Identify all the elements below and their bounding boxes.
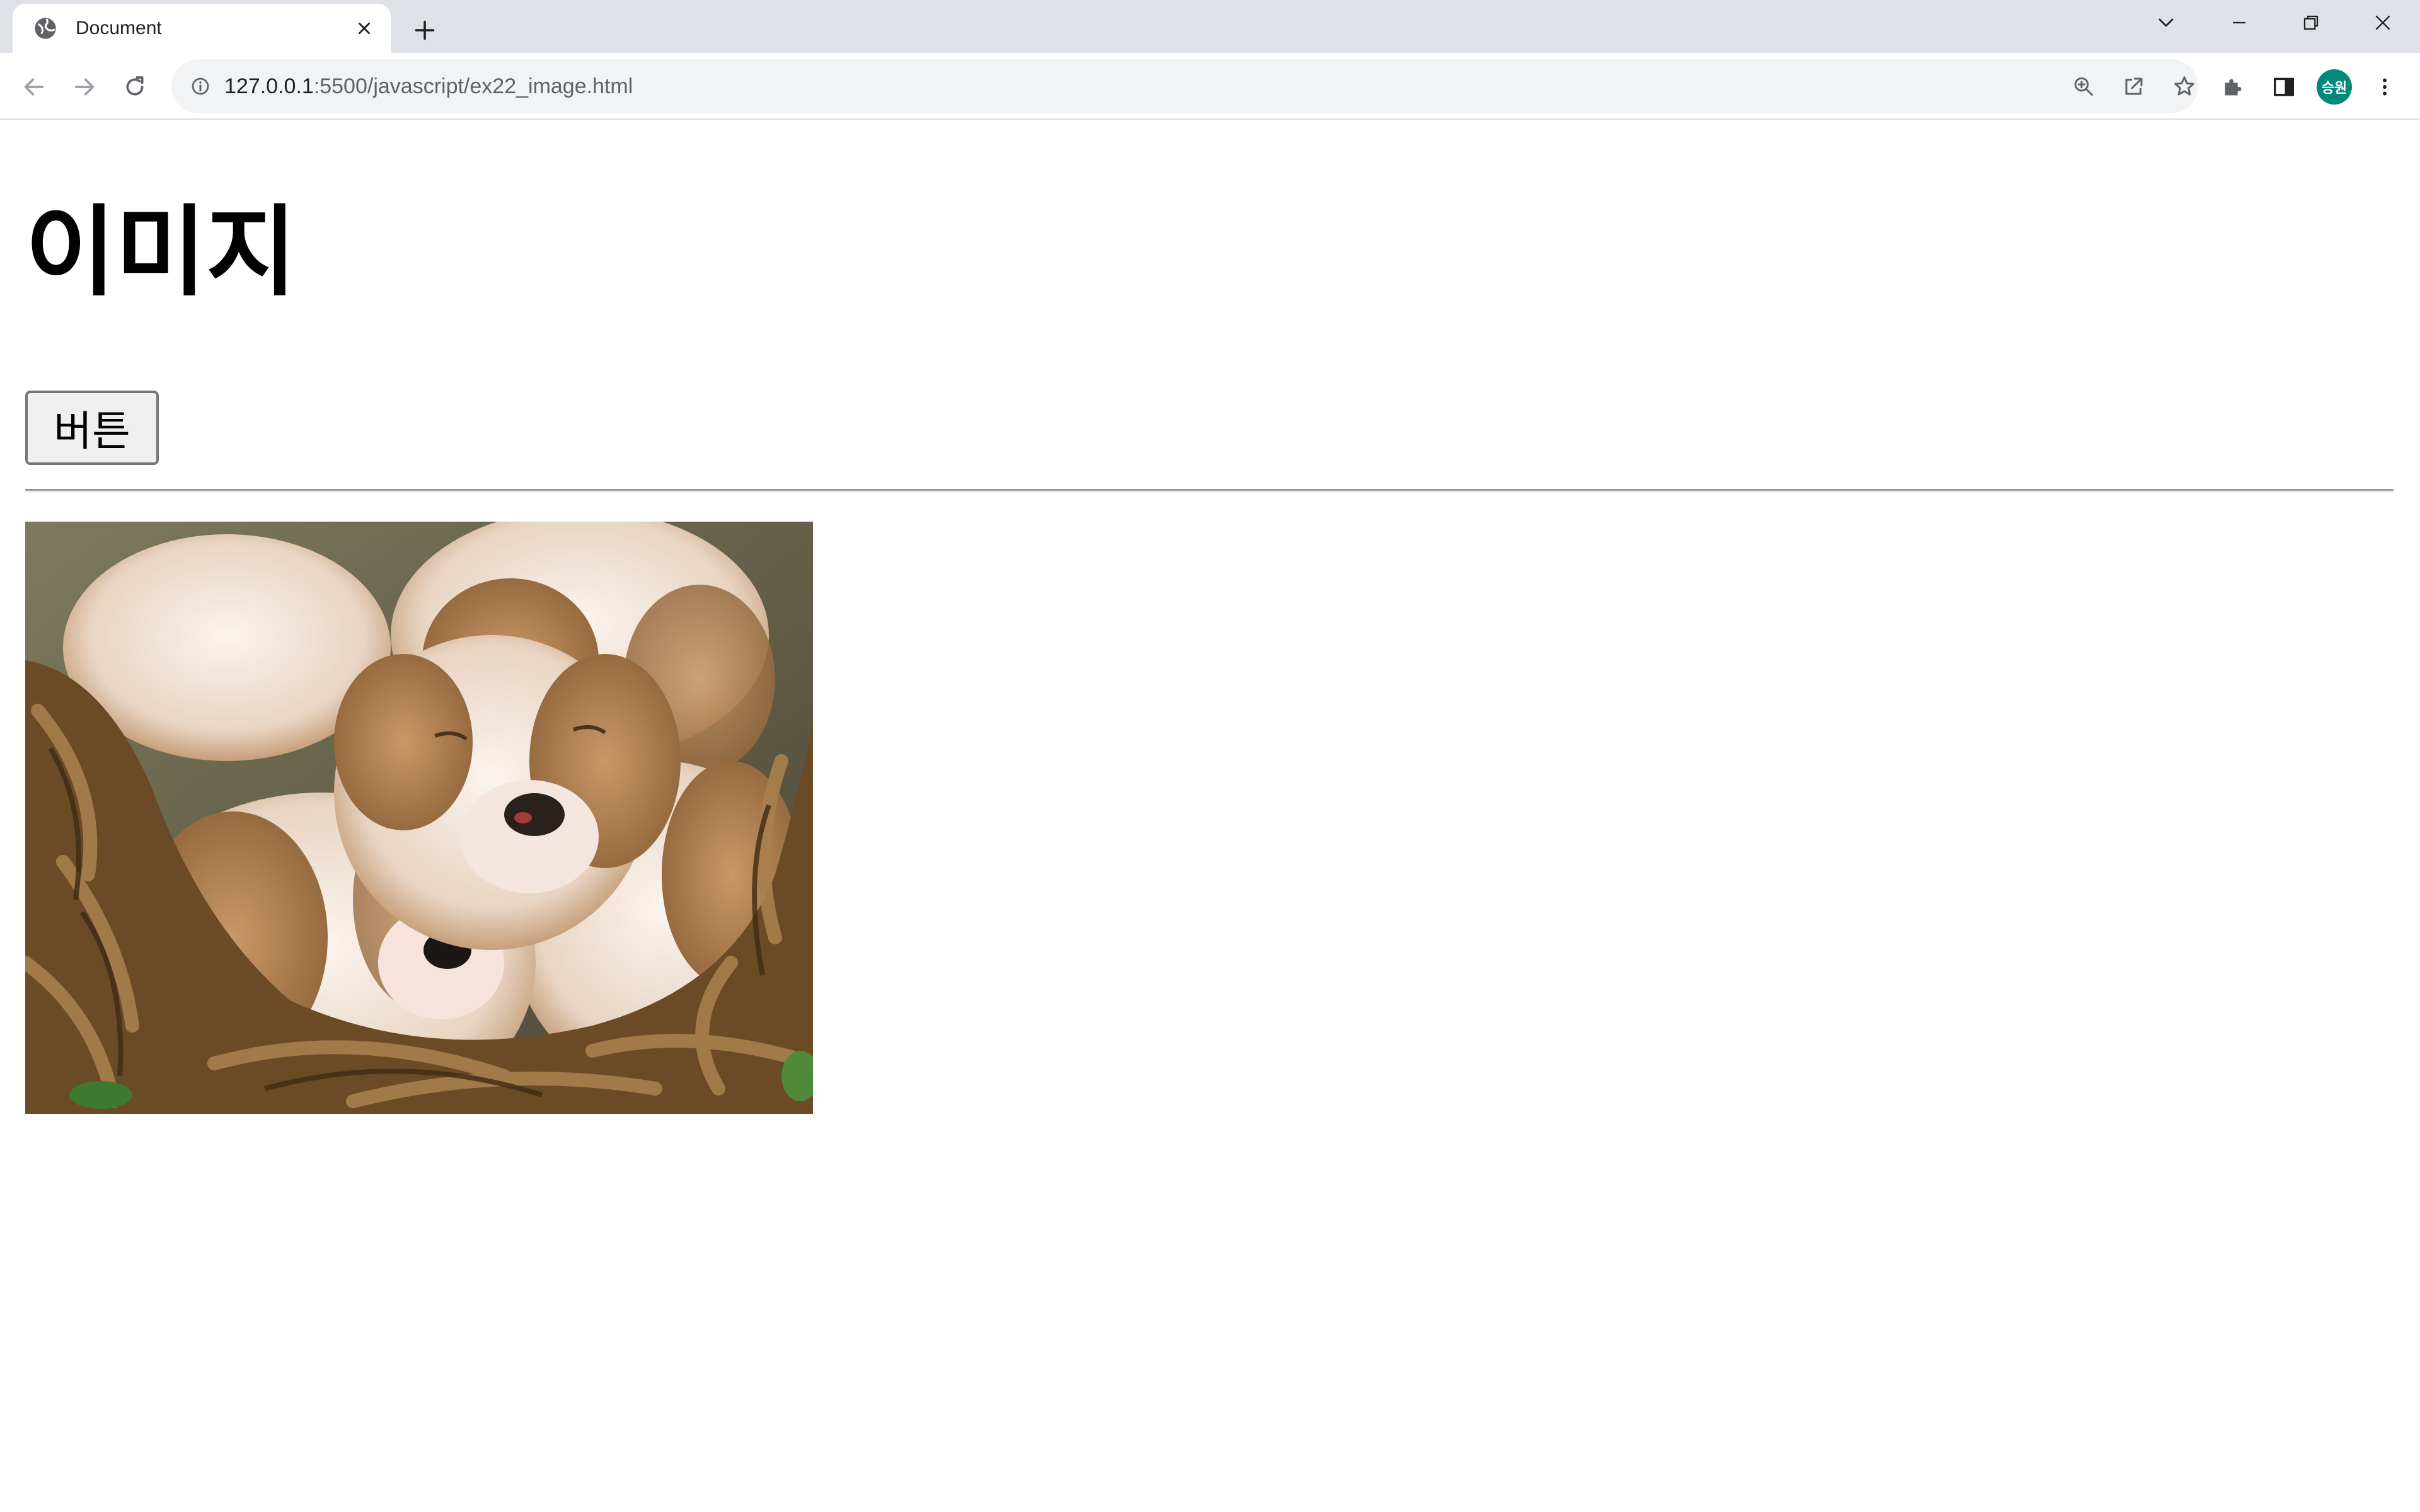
forward-button[interactable]	[67, 69, 102, 105]
horizontal-rule	[25, 489, 2394, 493]
menu-button[interactable]	[2367, 69, 2402, 105]
plus-icon	[415, 20, 435, 40]
reload-button[interactable]	[117, 69, 153, 105]
arrow-right-icon	[74, 78, 95, 96]
close-window-button[interactable]	[2361, 5, 2405, 40]
url-path: :5500/javascript/ex22_image.html	[313, 74, 633, 98]
share-icon	[2125, 77, 2143, 95]
extensions-button[interactable]	[2216, 69, 2251, 105]
zoom-icon	[2074, 77, 2093, 96]
restore-icon	[2303, 15, 2319, 30]
star-icon	[2174, 76, 2194, 96]
arrow-left-icon	[24, 78, 44, 96]
chevron-down-icon	[2158, 18, 2174, 27]
side-panel-button[interactable]	[2266, 69, 2302, 105]
address-bar[interactable]: 127.0.0.1:5500/javascript/ex22_image.htm…	[171, 59, 2198, 113]
close-icon	[359, 23, 370, 34]
site-info-button[interactable]	[187, 72, 214, 100]
zoom-button[interactable]	[2070, 72, 2097, 100]
page-heading: 이미지	[25, 195, 297, 309]
globe-icon	[35, 18, 56, 39]
url-host: 127.0.0.1	[224, 74, 314, 98]
url-text: 127.0.0.1:5500/javascript/ex22_image.htm…	[224, 59, 633, 113]
more-vert-icon	[2383, 78, 2387, 96]
share-button[interactable]	[2120, 72, 2148, 100]
puppies-illustration	[25, 522, 813, 1114]
page-button[interactable]: 버튼	[25, 391, 159, 465]
minimize-icon	[2233, 21, 2245, 24]
restore-button[interactable]	[2289, 5, 2333, 40]
profile-avatar[interactable]: 승원	[2317, 69, 2352, 105]
minimize-button[interactable]	[2217, 5, 2261, 40]
close-tab-button[interactable]	[350, 14, 378, 42]
bookmark-button[interactable]	[2170, 72, 2198, 100]
side-panel-icon	[2274, 77, 2294, 96]
tab-search-button[interactable]	[2144, 5, 2188, 40]
tab-strip: Document	[0, 0, 2420, 53]
browser-toolbar: 127.0.0.1:5500/javascript/ex22_image.htm…	[0, 53, 2420, 120]
browser-tab-document[interactable]: Document	[13, 4, 391, 53]
reload-icon	[126, 76, 144, 96]
new-tab-button[interactable]	[407, 13, 442, 48]
back-button[interactable]	[16, 69, 52, 105]
page-viewport: 이미지 버튼	[0, 121, 2420, 1512]
puppies-photo	[25, 522, 813, 1114]
close-icon	[2375, 15, 2390, 30]
tab-title: Document	[76, 18, 162, 38]
info-icon	[192, 77, 209, 95]
puzzle-icon	[2225, 79, 2242, 96]
